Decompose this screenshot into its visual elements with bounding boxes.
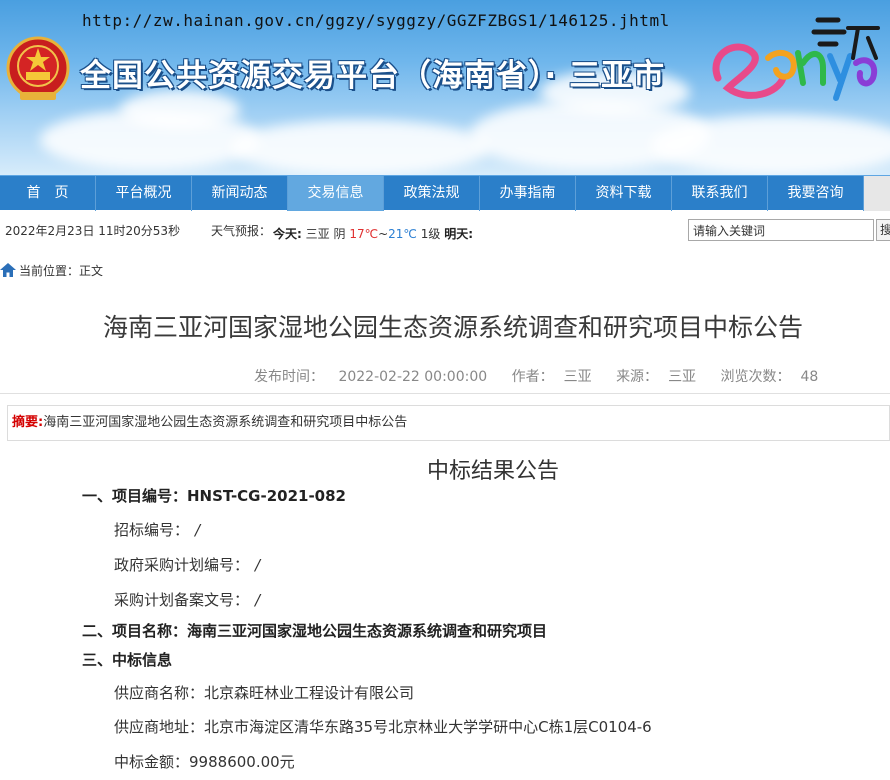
winning-amount-value: 9988600.00元 — [189, 753, 295, 771]
content-title: 中标结果公告 — [426, 459, 559, 484]
current-datetime: 2022年2月23日 11时20分53秒 — [5, 224, 181, 238]
nav-item-consult[interactable]: 我要咨询 — [768, 176, 864, 211]
publish-time-value: 2022-02-22 00:00:00 — [338, 369, 488, 385]
article-title: 海南三亚河国家湿地公园生态资源系统调查和研究项目中标公告 — [103, 313, 804, 342]
plan-record-value: / — [255, 591, 261, 609]
supplier-name-label: 供应商名称： — [114, 684, 205, 702]
gov-plan-line: 政府采购计划编号： / — [114, 554, 260, 575]
author-label: 作者： — [511, 369, 554, 385]
article-meta: 发布时间： 2022-02-22 00:00:00 作者： 三亚 来源： 三亚 浏览… — [254, 366, 838, 386]
nav-item-downloads[interactable]: 资料下载 — [576, 176, 672, 211]
view-count: 浏览次数： 48 — [721, 369, 829, 385]
publish-time: 发布时间： 2022-02-22 00:00:00 — [254, 369, 497, 385]
section-project-name: 二、项目名称：海南三亚河国家湿地公园生态资源系统调查和研究项目 — [82, 622, 548, 640]
meta-divider — [0, 393, 890, 394]
views-label: 浏览次数： — [720, 369, 791, 385]
supplier-address-value: 北京市海淀区清华东路35号北京林业大学学研中心C栋1层C0104-6 — [204, 718, 652, 736]
views-value: 48 — [800, 369, 819, 385]
nav-item-home[interactable]: 首 页 — [0, 176, 96, 211]
source-label: 来源： — [616, 369, 659, 385]
today-label: 今天: — [273, 227, 302, 241]
nav-tail — [864, 176, 890, 211]
supplier-name-value: 北京森旺林业工程设计有限公司 — [204, 684, 415, 702]
summary-label: 摘要: — [12, 415, 44, 430]
site-title: 全国公共资源交易平台（海南省）· 三亚市 — [80, 58, 666, 94]
breadcrumb-current[interactable]: 正文 — [79, 262, 103, 279]
winning-amount-label: 中标金额： — [114, 753, 190, 771]
nav-item-policy[interactable]: 政策法规 — [384, 176, 480, 211]
page-url: http://zw.hainan.gov.cn/ggzy/syggzy/GGZF… — [82, 11, 670, 30]
supplier-address-line: 供应商地址：北京市海淀区清华东路35号北京林业大学学研中心C栋1层C0104-6 — [114, 716, 652, 737]
sanya-logo — [712, 17, 880, 101]
breadcrumb-label: 当前位置： — [19, 263, 80, 278]
source: 来源： 三亚 — [616, 369, 706, 385]
tomorrow-label: 明天: — [444, 227, 473, 241]
search-button[interactable]: 搜 — [876, 219, 890, 241]
nav-item-platform-overview[interactable]: 平台概况 — [96, 176, 192, 211]
source-value: 三亚 — [668, 369, 697, 385]
section-winning-info: 三、中标信息 — [82, 651, 173, 669]
bid-number-line: 招标编号： / — [114, 519, 200, 540]
national-emblem-icon — [6, 36, 70, 100]
publish-label: 发布时间： — [254, 369, 324, 385]
home-icon — [0, 263, 16, 277]
section-project-number: 一、项目编号：HNST-CG-2021-082 — [82, 487, 346, 505]
summary-text: 海南三亚河国家湿地公园生态资源系统调查和研究项目中标公告 — [43, 415, 408, 430]
supplier-address-label: 供应商地址： — [114, 718, 205, 736]
weather-label: 天气预报： — [211, 224, 272, 238]
article-summary: 摘要:海南三亚河国家湿地公园生态资源系统调查和研究项目中标公告 — [7, 405, 890, 441]
temp-separator: ~ — [378, 227, 389, 241]
main-nav: 首 页 平台概况 新闻动态 交易信息 政策法规 办事指南 资料下载 联系我们 我… — [0, 175, 890, 211]
winning-amount-line: 中标金额：9988600.00元 — [114, 751, 295, 772]
gov-plan-value: / — [255, 556, 261, 574]
bid-number-value: / — [195, 521, 201, 539]
nav-item-contact[interactable]: 联系我们 — [672, 176, 768, 211]
weather-wind: 1级 — [420, 227, 441, 241]
nav-item-guide[interactable]: 办事指南 — [480, 176, 576, 211]
bid-number-label: 招标编号： — [114, 521, 190, 539]
nav-item-trade-info[interactable]: 交易信息 — [288, 176, 384, 211]
gov-plan-label: 政府采购计划编号： — [114, 556, 250, 574]
supplier-name-line: 供应商名称：北京森旺林业工程设计有限公司 — [114, 682, 414, 703]
author: 作者： 三亚 — [512, 369, 602, 385]
header-banner: http://zw.hainan.gov.cn/ggzy/syggzy/GGZF… — [0, 0, 890, 175]
weather-city: 三亚 — [305, 227, 330, 241]
plan-record-line: 采购计划备案文号： / — [114, 589, 260, 610]
author-value: 三亚 — [563, 369, 592, 385]
nav-item-news[interactable]: 新闻动态 — [192, 176, 288, 211]
temp-high: 17℃ — [349, 227, 379, 241]
weather-forecast: 今天: 三亚 阴 17℃~21℃ 1级 明天: — [273, 225, 473, 242]
temp-low: 21℃ — [388, 227, 417, 241]
search-input[interactable] — [688, 219, 874, 241]
info-bar: 2022年2月23日 11时20分53秒 天气预报： 今天: 三亚 阴 17℃~… — [0, 210, 890, 248]
plan-record-label: 采购计划备案文号： — [114, 591, 250, 609]
breadcrumb: 当前位置： 正文 — [0, 258, 103, 282]
weather-condition: 阴 — [333, 227, 346, 241]
